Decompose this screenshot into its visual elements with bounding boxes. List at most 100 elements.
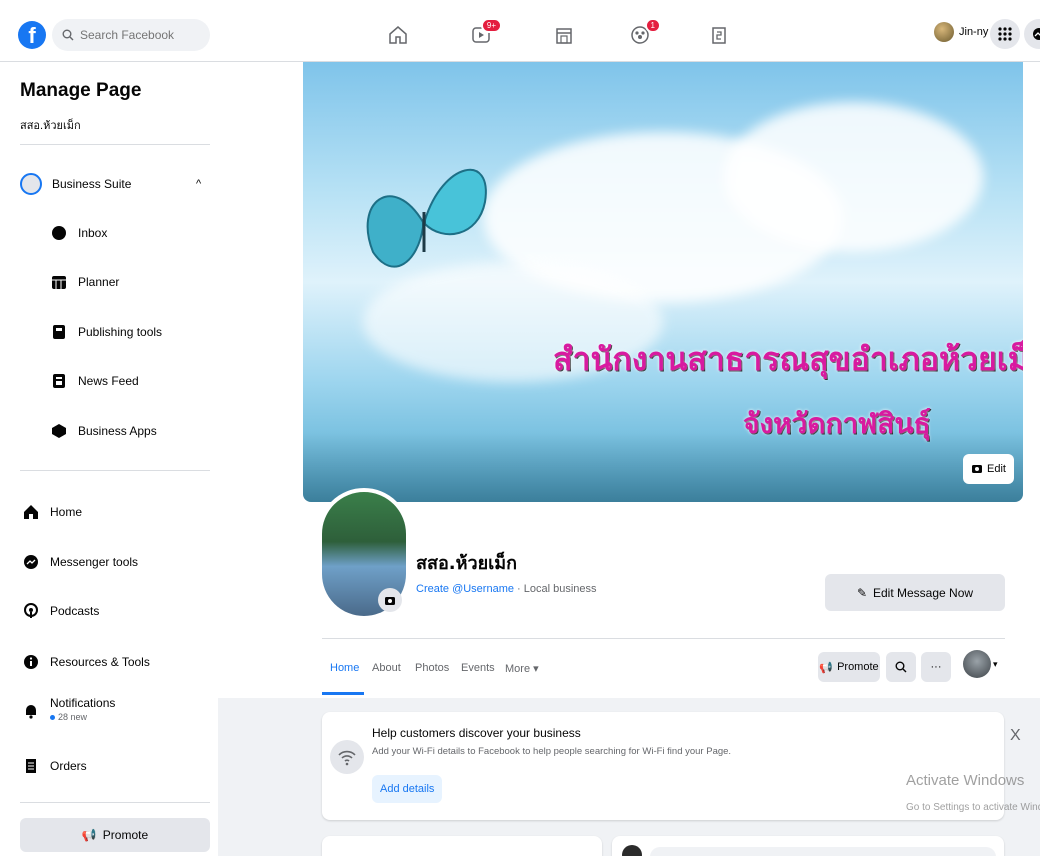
business-suite-toggle[interactable]: Business Suite ^ <box>20 173 201 195</box>
sidebar-item-business-apps[interactable]: Business Apps <box>50 422 157 440</box>
manage-page-sidebar: Manage Page สสอ.ห้วยเม็ก Business Suite … <box>0 62 218 856</box>
help-card-title: Help customers discover your business <box>372 726 581 740</box>
home-icon <box>22 503 40 521</box>
sidebar-item-inbox[interactable]: Inbox <box>50 224 107 242</box>
promote-label: Promote <box>102 828 149 842</box>
camera-icon <box>385 597 395 605</box>
page-meta: Create @Username · Local business <box>416 583 597 595</box>
sidebar-item-resources-tools[interactable]: Resources & Tools <box>22 653 150 671</box>
orders-icon <box>22 757 40 775</box>
sidebar-item-orders[interactable]: Orders <box>22 757 87 775</box>
publishing-tools-icon <box>50 323 68 341</box>
chevron-up-icon: ^ <box>196 178 202 190</box>
facebook-logo[interactable]: f <box>18 21 46 49</box>
edit-message-button[interactable]: ✎ Edit Message Now <box>825 574 1005 611</box>
notifications-count: 28 new <box>58 712 88 722</box>
tab-events[interactable]: Events <box>461 662 495 674</box>
page-avatar-menu[interactable]: ▾ <box>963 650 998 678</box>
business-apps-icon <box>50 422 68 440</box>
more-options-button[interactable]: ··· <box>921 652 951 682</box>
tab-home[interactable]: Home <box>330 662 359 674</box>
groups-icon[interactable]: 1 <box>629 18 661 48</box>
marketplace-icon[interactable] <box>553 24 577 48</box>
add-details-button[interactable]: Add details <box>372 775 443 803</box>
pencil-icon: ✎ <box>856 585 867 600</box>
sidebar-item-podcasts[interactable]: Podcasts <box>22 602 99 620</box>
sidebar-item-label: Podcasts <box>50 604 100 618</box>
create-post-input[interactable] <box>650 847 996 856</box>
edit-message-label: Edit Message Now <box>873 585 974 600</box>
watch-badge: 9+ <box>480 18 502 33</box>
promote-button[interactable]: 📢 Promote <box>20 818 210 852</box>
sidebar-item-label: Orders <box>50 759 87 773</box>
messenger-button[interactable] <box>1024 19 1040 49</box>
bottom-left-card <box>322 836 602 856</box>
close-icon[interactable]: X <box>1010 727 1021 745</box>
bell-icon <box>22 702 40 720</box>
windows-activation-note: Go to Settings to activate Windows. <box>906 802 1040 813</box>
profile-chip[interactable]: Jin-ny <box>934 22 988 42</box>
pages-icon[interactable] <box>708 24 732 48</box>
business-suite-icon <box>20 173 42 195</box>
sidebar-item-news-feed[interactable]: News Feed <box>50 372 139 390</box>
search-input[interactable] <box>80 28 200 42</box>
sidebar-item-messenger-tools[interactable]: Messenger tools <box>22 553 138 571</box>
sidebar-item-publishing-tools[interactable]: Publishing tools <box>50 323 162 341</box>
active-tab-indicator <box>322 692 364 695</box>
sidebar-item-home[interactable]: Home <box>22 503 82 521</box>
top-navigation-bar: f 9+ 1 Jin-ny <box>0 0 1040 62</box>
menu-button[interactable] <box>990 19 1020 49</box>
sidebar-item-label: Publishing tools <box>78 325 163 339</box>
sidebar-item-notifications[interactable]: Notifications 28 new <box>22 696 115 722</box>
promote-action-button[interactable]: 📢 Promote <box>818 652 880 682</box>
home-icon[interactable] <box>387 24 411 48</box>
sidebar-title: Manage Page <box>20 80 142 101</box>
tab-photos[interactable]: Photos <box>415 662 449 674</box>
avatar <box>963 650 991 678</box>
divider <box>20 470 210 471</box>
divider <box>322 638 1005 639</box>
divider <box>20 802 210 803</box>
watch-icon[interactable]: 9+ <box>470 18 502 48</box>
search-icon <box>62 29 74 41</box>
update-profile-picture-button[interactable] <box>378 588 402 612</box>
butterfly-image <box>366 168 487 268</box>
cover-photo: สำนักงานสาธารณสุขอำเภอห้วยเม็ก จังหวัดกา… <box>303 62 1023 502</box>
edit-cover-button[interactable]: Edit <box>963 454 1014 484</box>
sidebar-item-label: Planner <box>78 275 120 289</box>
avatar <box>934 22 954 42</box>
sidebar-page-name: สสอ.ห้วยเม็ก <box>20 120 81 132</box>
tab-about[interactable]: About <box>372 662 401 674</box>
news-feed-icon <box>50 372 68 390</box>
camera-icon <box>971 462 983 477</box>
inbox-icon <box>50 224 68 242</box>
megaphone-icon: 📢 <box>81 828 97 842</box>
cover-title: สำนักงานสาธารณสุขอำเภอห้วยเม็ก <box>553 340 1023 378</box>
tab-more[interactable]: More ▾ <box>505 662 539 675</box>
page-title: สสอ.ห้วยเม็ก <box>416 553 518 574</box>
grid-icon <box>998 27 1012 41</box>
sidebar-item-label: Notifications <box>50 696 116 710</box>
business-suite-label: Business Suite <box>52 177 132 191</box>
edit-cover-label: Edit <box>987 463 1006 475</box>
messenger-icon <box>1033 28 1040 40</box>
page-category: · Local business <box>513 583 597 595</box>
messenger-icon <box>22 553 40 571</box>
podcast-icon <box>22 602 40 620</box>
more-icon: ··· <box>930 661 942 673</box>
user-name: Jin-ny <box>959 26 989 38</box>
windows-activation-title: Activate Windows <box>906 772 1025 789</box>
search-box[interactable] <box>52 19 210 51</box>
sidebar-item-label: Home <box>50 505 83 519</box>
caret-down-icon: ▾ <box>993 658 998 669</box>
info-icon <box>22 653 40 671</box>
create-username-link[interactable]: Create @Username <box>416 583 514 595</box>
sidebar-item-label: News Feed <box>78 374 139 388</box>
sidebar-item-planner[interactable]: Planner <box>50 273 119 291</box>
search-page-button[interactable] <box>886 652 916 682</box>
groups-badge: 1 <box>644 18 661 33</box>
unread-dot <box>50 714 55 720</box>
divider <box>20 144 210 145</box>
sidebar-item-label: Business Apps <box>78 424 157 438</box>
sidebar-item-label: Messenger tools <box>50 555 139 569</box>
